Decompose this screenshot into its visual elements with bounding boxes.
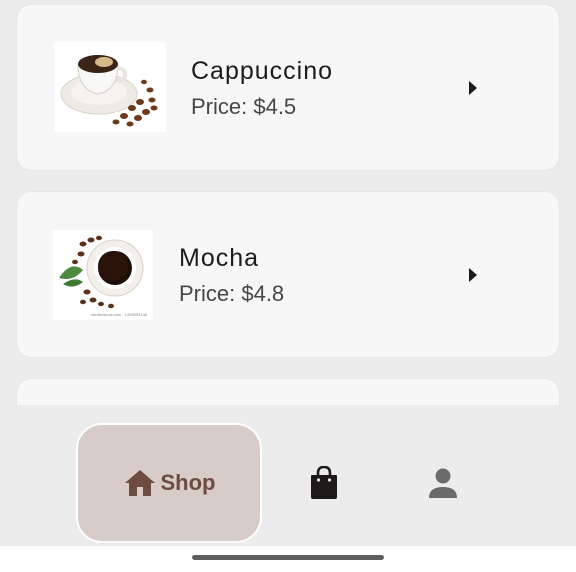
nav-item-shop[interactable]: Shop — [76, 423, 262, 543]
product-name: Cappuccino — [191, 57, 334, 85]
product-card-cappuccino[interactable]: Cappuccino Price: $4.5 — [17, 5, 559, 170]
product-card-partial[interactable] — [17, 379, 559, 405]
cappuccino-cup-icon — [54, 42, 166, 132]
chevron-right-icon[interactable] — [469, 81, 477, 95]
mocha-cup-icon: shutterstock.com · 1405993148 — [53, 230, 153, 320]
mocha-image: shutterstock.com · 1405993148 — [53, 230, 153, 320]
chevron-right-icon[interactable] — [469, 268, 477, 282]
shopping-bag-icon[interactable] — [309, 466, 339, 500]
product-name: Mocha — [179, 244, 260, 272]
home-icon — [124, 470, 155, 496]
gesture-handle[interactable] — [192, 555, 384, 560]
product-card-mocha[interactable]: shutterstock.com · 1405993148 Mocha Pric… — [17, 192, 559, 357]
bottom-navigation: Shop — [0, 405, 576, 546]
product-price: Price: $4.8 — [179, 281, 285, 306]
product-list[interactable]: Cappuccino Price: $4.5 shutterstock.com … — [0, 0, 576, 405]
person-icon[interactable] — [428, 467, 458, 499]
svg-text:shutterstock.com · 1405993148: shutterstock.com · 1405993148 — [91, 312, 148, 317]
nav-item-label: Shop — [160, 470, 216, 495]
cappuccino-image — [54, 42, 166, 132]
product-price: Price: $4.5 — [191, 94, 297, 119]
system-navigation-bar — [0, 546, 576, 572]
